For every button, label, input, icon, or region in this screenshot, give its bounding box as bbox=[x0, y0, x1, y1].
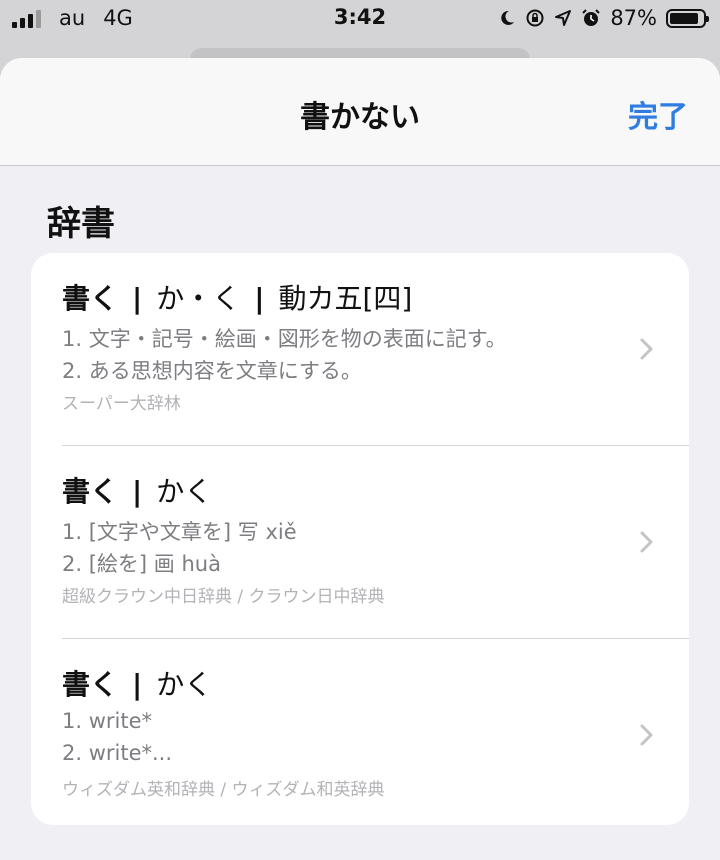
headword-kanji: 書く bbox=[62, 282, 119, 315]
done-button[interactable]: 完了 bbox=[628, 92, 688, 136]
entry-headword: 書く | かく bbox=[62, 470, 212, 510]
dictionary-entry[interactable]: 書く | かく 1. write* 2. write*... ウィズダム英和辞典 / ウィ… bbox=[31, 639, 689, 825]
headword-separator: | bbox=[254, 282, 265, 315]
nav-title: 書かない bbox=[300, 100, 420, 135]
headword-part: かく bbox=[156, 475, 213, 508]
definition-line: 2. ある思想内容を文章にする。 bbox=[62, 359, 362, 383]
dictionary-entry[interactable]: 書く | か・く | 動カ五[四] 1. 文字・記号・絵画・図形を物の表面に記す。 2. あ… bbox=[31, 253, 689, 444]
dictionary-source: 超級クラウン中日辞典 / クラウン日中辞典 bbox=[62, 587, 385, 607]
battery-icon bbox=[666, 8, 709, 28]
entry-headword: 書く | かく bbox=[62, 663, 212, 703]
dictionary-sheet: 書かない 完了 辞書 書く | か・く | 動カ五[四] 1. 文字・記号・絵画・図形を物… bbox=[0, 58, 720, 860]
definition-line: 1. write* bbox=[62, 709, 153, 733]
definition-line: 1. [文字や文章を] 写 xiě bbox=[62, 520, 297, 544]
definition-line: 2. write*... bbox=[62, 741, 173, 765]
definition-line: 1. 文字・記号・絵画・図形を物の表面に記す。 bbox=[62, 327, 507, 351]
dictionary-source: ウィズダム英和辞典 / ウィズダム和英辞典 bbox=[62, 780, 385, 800]
alarm-icon bbox=[582, 9, 601, 26]
entry-headword: 書く | か・く | 動カ五[四] bbox=[62, 277, 412, 317]
moon-icon bbox=[501, 10, 515, 25]
location-icon bbox=[555, 10, 572, 26]
chevron-right-icon bbox=[640, 338, 653, 359]
chevron-right-icon bbox=[640, 724, 653, 745]
headword-kanji: 書く bbox=[62, 475, 119, 508]
chevron-right-icon bbox=[640, 531, 653, 552]
screen: au 4G 3:42 87% 書かない 完了 辞書 書く | か・く | 動カ五… bbox=[0, 0, 720, 860]
rotation-lock-icon bbox=[526, 9, 544, 27]
status-bar: au 4G 3:42 87% bbox=[0, 0, 720, 40]
headword-separator: | bbox=[132, 282, 143, 315]
dictionary-entry[interactable]: 書く | かく 1. [文字や文章を] 写 xiě 2. [絵を] 画 huà 超級クラウ… bbox=[31, 446, 689, 637]
status-right: 87% bbox=[498, 6, 709, 30]
dictionary-source: スーパー大辞林 bbox=[62, 394, 181, 414]
nav-bar: 書かない 完了 bbox=[0, 58, 720, 166]
headword-part: かく bbox=[156, 668, 213, 701]
headword-part: か・く bbox=[156, 282, 241, 315]
definition-line: 2. [絵を] 画 huà bbox=[62, 552, 221, 576]
battery-percent: 87% bbox=[610, 6, 657, 30]
headword-separator: | bbox=[132, 668, 143, 701]
dictionary-list: 書く | か・く | 動カ五[四] 1. 文字・記号・絵画・図形を物の表面に記す。 2. あ… bbox=[31, 253, 689, 825]
headword-part: 動カ五[四] bbox=[278, 282, 413, 315]
headword-separator: | bbox=[132, 475, 143, 508]
battery-fill bbox=[670, 12, 698, 24]
section-title: 辞書 bbox=[47, 204, 115, 244]
headword-kanji: 書く bbox=[62, 668, 119, 701]
